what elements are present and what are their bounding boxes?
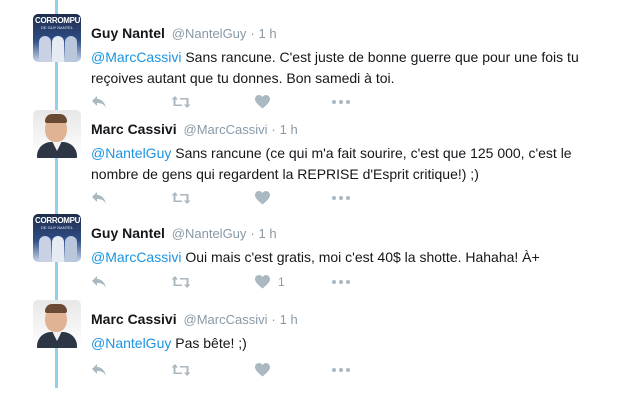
author-name[interactable]: Marc Cassivi xyxy=(91,121,177,137)
author-name[interactable]: Guy Nantel xyxy=(91,225,165,241)
reply-button[interactable] xyxy=(91,272,107,292)
more-dots-icon xyxy=(332,368,350,372)
tweet-header: Marc Cassivi @MarcCassivi · 1 h xyxy=(91,311,298,327)
avatar-logo-subtext: DE GUY NANTEL xyxy=(40,25,74,30)
heart-icon xyxy=(255,191,270,205)
tweet[interactable]: CORROMPU DE GUY NANTEL Guy Nantel @Nante… xyxy=(0,214,634,314)
author-handle[interactable]: @MarcCassivi xyxy=(184,122,268,137)
author-handle[interactable]: @MarcCassivi xyxy=(184,312,268,327)
heart-icon xyxy=(255,363,270,377)
reply-icon xyxy=(92,192,106,204)
avatar-figure xyxy=(52,236,64,262)
more-button[interactable] xyxy=(332,272,350,292)
like-button[interactable] xyxy=(255,92,278,112)
author-name[interactable]: Guy Nantel xyxy=(91,25,165,41)
tweet[interactable]: Marc Cassivi @MarcCassivi · 1 h @NantelG… xyxy=(0,110,634,210)
author-handle[interactable]: @NantelGuy xyxy=(172,226,247,241)
tweet-actions xyxy=(91,188,391,208)
tweet-text: @NantelGuy Pas bête! ;) xyxy=(91,333,611,354)
more-button[interactable] xyxy=(332,188,350,208)
avatar-figure xyxy=(39,236,51,262)
like-button[interactable] xyxy=(255,360,278,380)
tweet-header: Guy Nantel @NantelGuy · 1 h xyxy=(91,25,277,41)
avatar-hair xyxy=(45,114,67,123)
avatar-figure xyxy=(52,36,64,62)
more-button[interactable] xyxy=(332,360,350,380)
tweet-body: Pas bête! ;) xyxy=(171,335,247,351)
retweet-button[interactable] xyxy=(171,360,191,380)
reply-button[interactable] xyxy=(91,360,107,380)
reply-icon xyxy=(92,276,106,288)
more-dots-icon xyxy=(332,280,350,284)
avatar-figure xyxy=(65,36,77,62)
avatar-figure xyxy=(65,236,77,262)
retweet-button[interactable] xyxy=(171,188,191,208)
avatar-logo-subtext: DE GUY NANTEL xyxy=(40,225,74,230)
mention-link[interactable]: @NantelGuy xyxy=(91,145,171,161)
avatar[interactable]: CORROMPU DE GUY NANTEL xyxy=(33,214,81,262)
tweet-actions xyxy=(91,92,391,112)
author-name[interactable]: Marc Cassivi xyxy=(91,311,177,327)
retweet-icon xyxy=(171,96,191,108)
separator: · xyxy=(271,312,276,327)
tweet[interactable]: Marc Cassivi @MarcCassivi · 1 h @NantelG… xyxy=(0,300,634,400)
reply-button[interactable] xyxy=(91,188,107,208)
separator: · xyxy=(250,26,255,41)
avatar-hair xyxy=(45,304,67,313)
timestamp[interactable]: 1 h xyxy=(280,122,298,137)
retweet-icon xyxy=(171,276,191,288)
retweet-button[interactable] xyxy=(171,272,191,292)
mention-link[interactable]: @MarcCassivi xyxy=(91,249,181,265)
avatar[interactable]: CORROMPU DE GUY NANTEL xyxy=(33,14,81,62)
avatar-figure xyxy=(39,36,51,62)
timestamp[interactable]: 1 h xyxy=(280,312,298,327)
tweet-actions xyxy=(91,360,391,380)
avatar-logo-text: CORROMPU xyxy=(35,216,81,225)
tweet-actions: 1 xyxy=(91,272,391,292)
like-count: 1 xyxy=(278,275,285,289)
tweet[interactable]: CORROMPU DE GUY NANTEL Guy Nantel @Nante… xyxy=(0,14,634,114)
avatar[interactable] xyxy=(33,300,81,348)
tweet-body: Oui mais c'est gratis, moi c'est 40$ la … xyxy=(181,249,540,265)
timestamp[interactable]: 1 h xyxy=(259,226,277,241)
tweet-text: @MarcCassivi Sans rancune. C'est juste d… xyxy=(91,47,611,89)
avatar[interactable] xyxy=(33,110,81,158)
avatar-logo-text: CORROMPU xyxy=(35,16,81,25)
like-button[interactable] xyxy=(255,188,278,208)
separator: · xyxy=(271,122,276,137)
author-handle[interactable]: @NantelGuy xyxy=(172,26,247,41)
more-dots-icon xyxy=(332,196,350,200)
retweet-icon xyxy=(171,364,191,376)
retweet-icon xyxy=(171,192,191,204)
more-button[interactable] xyxy=(332,92,350,112)
heart-icon xyxy=(255,275,270,289)
reply-icon xyxy=(92,364,106,376)
tweet-header: Guy Nantel @NantelGuy · 1 h xyxy=(91,225,277,241)
retweet-button[interactable] xyxy=(171,92,191,112)
mention-link[interactable]: @NantelGuy xyxy=(91,335,171,351)
heart-icon xyxy=(255,95,270,109)
timestamp[interactable]: 1 h xyxy=(259,26,277,41)
reply-icon xyxy=(92,96,106,108)
reply-button[interactable] xyxy=(91,92,107,112)
like-button[interactable]: 1 xyxy=(255,272,285,292)
separator: · xyxy=(250,226,255,241)
tweet-header: Marc Cassivi @MarcCassivi · 1 h xyxy=(91,121,298,137)
tweet-text: @MarcCassivi Oui mais c'est gratis, moi … xyxy=(91,247,611,268)
more-dots-icon xyxy=(332,100,350,104)
tweet-text: @NantelGuy Sans rancune (ce qui m'a fait… xyxy=(91,143,611,185)
mention-link[interactable]: @MarcCassivi xyxy=(91,49,181,65)
